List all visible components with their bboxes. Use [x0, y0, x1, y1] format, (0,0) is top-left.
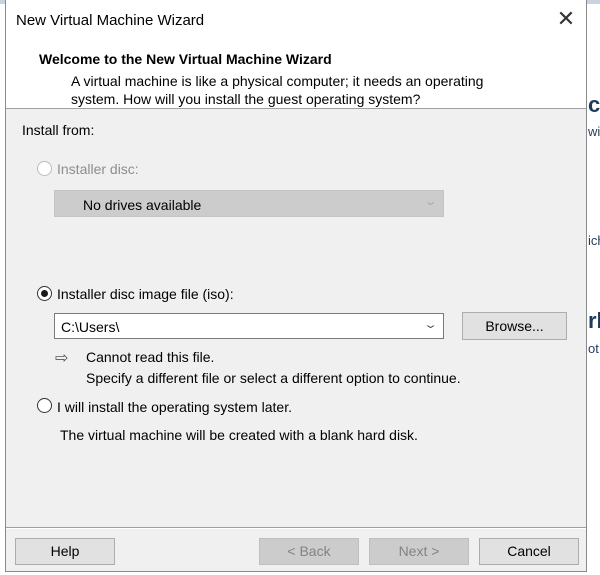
install-later-note: The virtual machine will be created with…	[60, 427, 418, 443]
iso-path-value: C:\Users\	[61, 319, 120, 335]
background-text: wi	[588, 124, 600, 139]
chevron-down-icon: ⌄	[423, 319, 438, 331]
iso-label: Installer disc image file (iso):	[57, 286, 234, 302]
install-later-radio[interactable]	[37, 398, 52, 413]
installer-disc-label: Installer disc:	[57, 161, 139, 177]
close-button[interactable]: ✕	[551, 6, 581, 32]
background-text: c	[588, 92, 600, 117]
header-description: A virtual machine is like a physical com…	[71, 73, 484, 107]
help-button[interactable]: Help	[15, 538, 115, 565]
installer-disc-radio[interactable]	[37, 161, 52, 176]
footer-divider	[6, 527, 586, 529]
wizard-header: New Virtual Machine Wizard ✕ Welcome to …	[6, 0, 586, 109]
header-title: Welcome to the New Virtual Machine Wizar…	[39, 51, 332, 67]
iso-path-combobox[interactable]: C:\Users\ ⌄	[54, 313, 444, 339]
warning-line-1: Cannot read this file.	[86, 349, 215, 365]
installer-disc-dropdown[interactable]: No drives available ⌄	[54, 190, 444, 217]
browse-button[interactable]: Browse...	[462, 312, 567, 340]
new-vm-wizard-dialog: New Virtual Machine Wizard ✕ Welcome to …	[5, 0, 587, 572]
warning-line-2: Specify a different file or select a dif…	[86, 370, 461, 386]
install-from-label: Install from:	[22, 122, 95, 138]
cancel-button[interactable]: Cancel	[479, 538, 579, 565]
next-button[interactable]: Next >	[369, 538, 469, 565]
install-later-label: I will install the operating system late…	[57, 399, 292, 415]
background-text: ot	[588, 341, 599, 356]
close-icon: ✕	[556, 6, 576, 31]
arrow-right-icon: ⇨	[55, 350, 69, 367]
iso-radio[interactable]	[37, 286, 52, 301]
chevron-down-icon: ⌄	[423, 196, 438, 208]
installer-disc-value: No drives available	[83, 197, 202, 213]
back-button[interactable]: < Back	[259, 538, 359, 565]
window-title: New Virtual Machine Wizard	[16, 12, 205, 29]
background-text: rk	[588, 308, 600, 333]
background-text: ich	[588, 233, 600, 248]
